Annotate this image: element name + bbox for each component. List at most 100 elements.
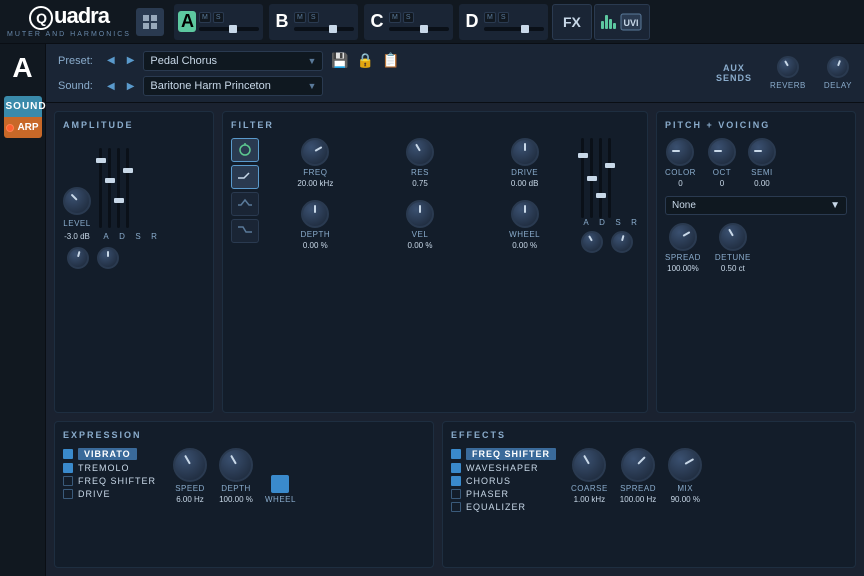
expr-depth-knob[interactable] (219, 448, 253, 482)
filter-d-fader[interactable] (590, 138, 593, 218)
channel-controls-b: M S (294, 12, 354, 31)
fx-spread-knob[interactable] (621, 448, 655, 482)
channel-b-m-btn[interactable]: M (294, 12, 306, 23)
semi-knob[interactable] (748, 138, 776, 166)
fx-phaser-checkbox[interactable] (451, 489, 461, 499)
preset-icons-row: 💾 🔒 📋 (329, 50, 401, 71)
sound-prev-btn[interactable]: ◀ (104, 79, 118, 94)
drive-checkbox[interactable] (63, 489, 73, 499)
expression-tremolo-item[interactable]: TREMOLO (63, 463, 163, 473)
fx-freqshift-label: FREQ SHIFTER (466, 448, 556, 460)
fx-freqshift-item[interactable]: FREQ SHIFTER (451, 448, 561, 460)
expression-vibrato-item[interactable]: VIBRATO (63, 448, 163, 460)
speed-knob[interactable] (173, 448, 207, 482)
color-knob[interactable] (666, 138, 694, 166)
sound-next-btn[interactable]: ▶ (124, 79, 138, 94)
freqshift-checkbox[interactable] (63, 476, 73, 486)
filter-drive-knob[interactable] (511, 138, 539, 166)
channel-d-s-btn[interactable]: S (498, 12, 509, 23)
channel-letter-c[interactable]: C (368, 11, 386, 32)
vibrato-checkbox[interactable] (63, 449, 73, 459)
preset-save-icon[interactable]: 💾 (329, 50, 350, 71)
channel-b-fader[interactable] (294, 27, 354, 31)
freqshift-label: FREQ SHIFTER (78, 476, 156, 486)
fx-button[interactable]: FX (552, 4, 592, 40)
expression-freqshift-item[interactable]: FREQ SHIFTER (63, 476, 163, 486)
channel-a-s-btn[interactable]: S (213, 12, 224, 23)
filter-freq-label: FREQ (303, 168, 327, 177)
filter-shape3-btn[interactable] (231, 219, 259, 243)
filter-vel-group: VEL 0.00 % (372, 200, 469, 254)
channel-group-b: B M S (269, 4, 358, 40)
arp-tab[interactable]: ARP (4, 117, 42, 138)
channel-c-fader[interactable] (389, 27, 449, 31)
detune-knob[interactable] (719, 223, 747, 251)
preset-prev-btn[interactable]: ◀ (104, 53, 118, 68)
tremolo-checkbox[interactable] (63, 463, 73, 473)
amplitude-level-knob[interactable] (63, 187, 91, 215)
channel-c-m-btn[interactable]: M (389, 12, 401, 23)
amp-knob-2[interactable] (97, 247, 119, 269)
filter-a-fader[interactable] (581, 138, 584, 218)
amp-d-fader[interactable] (108, 148, 111, 228)
fx-freqshift-checkbox[interactable] (451, 449, 461, 459)
spread-knob[interactable] (669, 223, 697, 251)
channel-a-fader[interactable] (199, 27, 259, 31)
filter-knob-2[interactable] (611, 231, 633, 253)
channel-d-fader[interactable] (484, 27, 544, 31)
channel-letter-d[interactable]: D (463, 11, 481, 32)
reverb-knob[interactable] (777, 56, 799, 78)
filter-knob-1[interactable] (581, 231, 603, 253)
fx-chorus-checkbox[interactable] (451, 476, 461, 486)
oct-knob[interactable] (708, 138, 736, 166)
fx-equalizer-item[interactable]: EQUALIZER (451, 502, 561, 512)
preset-copy-icon[interactable]: 📋 (380, 50, 401, 71)
uvi-button[interactable]: UVI (594, 4, 650, 40)
filter-lowpass-btn[interactable] (231, 165, 259, 189)
channel-d-m-btn[interactable]: M (484, 12, 496, 23)
sound-tab[interactable]: SOUND (4, 96, 42, 117)
fadsr-a: A (581, 218, 591, 227)
fx-equalizer-checkbox[interactable] (451, 502, 461, 512)
channel-letter-b[interactable]: B (273, 11, 291, 32)
filter-r-fader[interactable] (608, 138, 611, 218)
filter-power-btn[interactable] (231, 138, 259, 162)
filter-res-knob[interactable] (406, 138, 434, 166)
amp-s-fader[interactable] (117, 148, 120, 228)
filter-bottom-knobs (581, 231, 639, 253)
filter-vel-knob[interactable] (406, 200, 434, 228)
grid-icon-btn[interactable] (136, 8, 164, 36)
mix-knob-group: MIX 90.00 % (668, 448, 702, 504)
amp-a-fader[interactable] (99, 148, 102, 228)
filter-freq-knob[interactable] (301, 138, 329, 166)
sound-select[interactable]: Baritone Harm Princeton ▼ (143, 76, 323, 96)
amp-knob-1[interactable] (67, 247, 89, 269)
fx-chorus-item[interactable]: CHORUS (451, 476, 561, 486)
fx-phaser-item[interactable]: PHASER (451, 489, 561, 499)
amp-r-fader[interactable] (126, 148, 129, 228)
coarse-knob[interactable] (572, 448, 606, 482)
wheel-indicator[interactable] (271, 475, 289, 493)
filter-wheel-knob[interactable] (511, 200, 539, 228)
preset-lock-icon[interactable]: 🔒 (355, 50, 376, 71)
delay-knob[interactable] (827, 56, 849, 78)
fx-waveshaper-item[interactable]: WAVESHAPER (451, 463, 561, 473)
channel-a-m-btn[interactable]: M (199, 12, 211, 23)
mix-knob[interactable] (668, 448, 702, 482)
preset-select[interactable]: Pedal Chorus ▼ (143, 51, 323, 71)
filter-s-fader[interactable] (599, 138, 602, 218)
expression-drive-item[interactable]: DRIVE (63, 489, 163, 499)
filter-freq-group: FREQ 20.00 kHz (267, 138, 364, 192)
channel-b-s-btn[interactable]: S (308, 12, 319, 23)
channel-letter-a[interactable]: A (178, 11, 196, 32)
pitch-voicing-dropdown[interactable]: None ▼ (665, 196, 847, 215)
filter-shape2-btn[interactable] (231, 192, 259, 216)
oct-knob-group: OCT 0 (708, 138, 736, 188)
filter-drive-group: DRIVE 0.00 dB (476, 138, 573, 192)
fx-waveshaper-checkbox[interactable] (451, 463, 461, 473)
preset-next-btn[interactable]: ▶ (124, 53, 138, 68)
channel-group-c: C M S (364, 4, 453, 40)
filter-depth-knob[interactable] (301, 200, 329, 228)
coarse-value: 1.00 kHz (574, 495, 606, 504)
channel-c-s-btn[interactable]: S (403, 12, 414, 23)
